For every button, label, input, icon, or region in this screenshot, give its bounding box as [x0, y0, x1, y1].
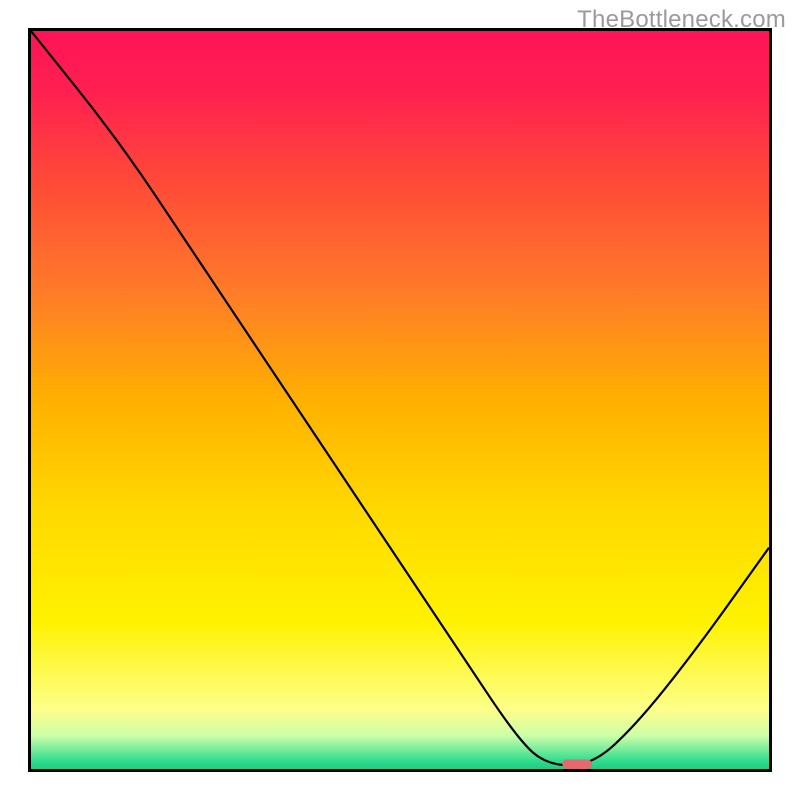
gradient-background	[31, 31, 769, 769]
plot-svg	[31, 31, 769, 769]
chart-container: TheBottleneck.com	[0, 0, 800, 800]
plot-frame	[28, 28, 772, 772]
optimal-marker	[562, 759, 592, 769]
